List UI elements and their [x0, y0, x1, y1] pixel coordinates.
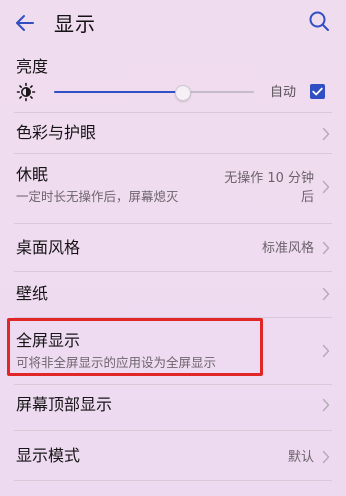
settings-item-sleep[interactable]	[0, 154, 346, 220]
brightness-row	[0, 48, 346, 116]
chevron-right-icon	[322, 127, 330, 141]
settings-item-display-mode-title: 显示模式	[16, 446, 81, 465]
brightness-slider[interactable]	[54, 85, 254, 101]
brightness-icon	[16, 82, 36, 102]
chevron-right-icon	[322, 180, 330, 194]
check-icon	[312, 87, 323, 96]
back-arrow-icon[interactable]	[14, 12, 36, 34]
divider	[14, 480, 332, 481]
app-header: 显示	[0, 0, 346, 48]
brightness-title: 亮度	[16, 57, 49, 76]
settings-item-sleep-value-line2: 后	[300, 190, 314, 205]
auto-brightness-label: 自动	[270, 85, 297, 100]
settings-item-desktop-style-value: 标准风格	[261, 241, 314, 256]
settings-item-sleep-subtitle: 一定时长无操作后，屏幕熄灭	[16, 189, 179, 204]
page-title: 显示	[54, 12, 96, 36]
brightness-slider-thumb[interactable]	[175, 85, 191, 101]
settings-item-wallpaper[interactable]	[0, 272, 346, 318]
settings-item-top-display-title: 屏幕顶部显示	[16, 395, 113, 414]
settings-item-wallpaper-title: 壁纸	[16, 284, 49, 303]
settings-item-color-eye-title: 色彩与护眼	[16, 123, 97, 142]
highlight-box	[7, 318, 263, 376]
search-icon[interactable]	[308, 10, 330, 32]
chevron-right-icon	[322, 287, 330, 301]
settings-item-sleep-title: 休眠	[16, 165, 49, 184]
settings-item-desktop-style-title: 桌面风格	[16, 238, 81, 257]
brightness-slider-fill	[54, 91, 182, 93]
chevron-right-icon	[322, 344, 330, 358]
settings-item-sleep-value-line1: 无操作 10 分钟	[224, 171, 314, 186]
settings-item-display-mode-value: 默认	[287, 450, 314, 465]
chevron-right-icon	[322, 450, 330, 464]
chevron-right-icon	[322, 241, 330, 255]
chevron-right-icon	[322, 398, 330, 412]
auto-brightness-checkbox[interactable]	[310, 84, 325, 99]
